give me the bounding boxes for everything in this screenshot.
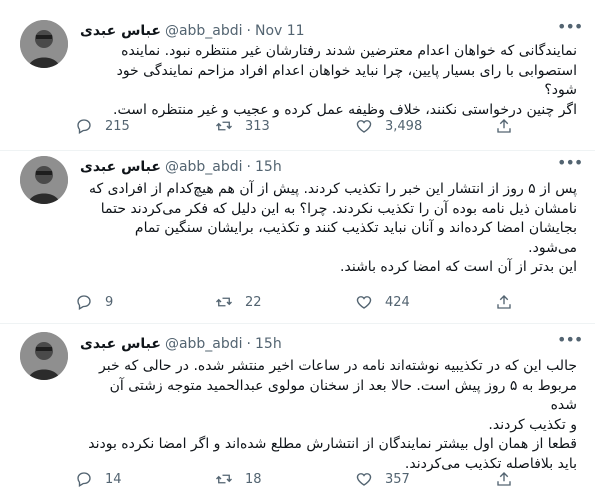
author-name[interactable]: عباس عبدی: [80, 157, 161, 177]
action-bar: 215 313 3,498: [75, 116, 515, 136]
more-horizontal-icon[interactable]: •••: [557, 155, 583, 176]
like-count: 357: [385, 471, 410, 487]
tweet-header: عباس عبدی @abb_abdi · Nov 11: [80, 21, 305, 41]
retweet-count: 313: [245, 118, 270, 134]
timestamp[interactable]: 15h: [255, 334, 282, 354]
reply-count: 14: [105, 471, 122, 487]
like-count: 3,498: [385, 118, 423, 134]
author-name[interactable]: عباس عبدی: [80, 334, 161, 354]
tweet-header: عباس عبدی @abb_abdi · 15h: [80, 334, 282, 354]
reply-count: 215: [105, 118, 130, 134]
reply-icon: [77, 295, 91, 310]
heart-icon: [356, 120, 372, 133]
more-horizontal-icon[interactable]: •••: [557, 332, 583, 353]
retweet-button[interactable]: 18: [215, 470, 315, 488]
tweet-text: جالب این که در تکذیبیه نوشته‌اند نامه در…: [88, 358, 577, 472]
like-button[interactable]: 3,498: [355, 117, 455, 135]
retweet-icon: [216, 474, 232, 484]
tweet[interactable]: عباس عبدی @abb_abdi · 15h ••• جالب این ک…: [0, 324, 595, 503]
share-icon: [497, 295, 511, 309]
tweet-text: نمایندگانی که خواهان اعدام معترضین شدند …: [113, 43, 577, 118]
tweet-text: پس از ۵ روز از انتشار این خبر را تکذیب ک…: [88, 181, 577, 275]
heart-icon: [356, 473, 372, 486]
like-button[interactable]: 357: [355, 470, 455, 488]
like-count: 424: [385, 294, 410, 310]
tweet[interactable]: عباس عبدی @abb_abdi · Nov 11 ••• نمایندگ…: [0, 0, 595, 151]
reply-button[interactable]: 215: [75, 117, 175, 135]
tweet-header: عباس عبدی @abb_abdi · 15h: [80, 157, 282, 177]
action-bar: 14 18 357: [75, 469, 515, 489]
share-icon: [497, 119, 511, 133]
timestamp[interactable]: 15h: [255, 157, 282, 177]
avatar[interactable]: [20, 332, 68, 380]
author-handle[interactable]: @abb_abdi: [165, 21, 243, 41]
action-bar: 9 22 424: [75, 292, 515, 312]
avatar[interactable]: [20, 156, 68, 204]
timestamp[interactable]: Nov 11: [255, 21, 305, 41]
reply-button[interactable]: 9: [75, 293, 175, 311]
retweet-count: 22: [245, 294, 262, 310]
reply-icon: [77, 472, 91, 487]
retweet-button[interactable]: 313: [215, 117, 315, 135]
share-button[interactable]: [495, 117, 515, 135]
separator-dot: ·: [246, 336, 251, 352]
reply-icon: [77, 119, 91, 134]
retweet-count: 18: [245, 471, 262, 487]
author-name[interactable]: عباس عبدی: [80, 21, 161, 41]
reply-count: 9: [105, 294, 114, 310]
reply-button[interactable]: 14: [75, 470, 175, 488]
author-handle[interactable]: @abb_abdi: [165, 334, 243, 354]
retweet-icon: [216, 297, 232, 307]
separator-dot: ·: [246, 23, 251, 39]
retweet-icon: [216, 121, 232, 131]
share-button[interactable]: [495, 470, 515, 488]
avatar[interactable]: [20, 20, 68, 68]
more-horizontal-icon[interactable]: •••: [557, 19, 583, 40]
heart-icon: [356, 296, 372, 309]
tweet[interactable]: عباس عبدی @abb_abdi · 15h ••• پس از ۵ رو…: [0, 151, 595, 324]
like-button[interactable]: 424: [355, 293, 455, 311]
retweet-button[interactable]: 22: [215, 293, 315, 311]
author-handle[interactable]: @abb_abdi: [165, 157, 243, 177]
share-icon: [497, 472, 511, 486]
separator-dot: ·: [246, 159, 251, 175]
share-button[interactable]: [495, 293, 515, 311]
